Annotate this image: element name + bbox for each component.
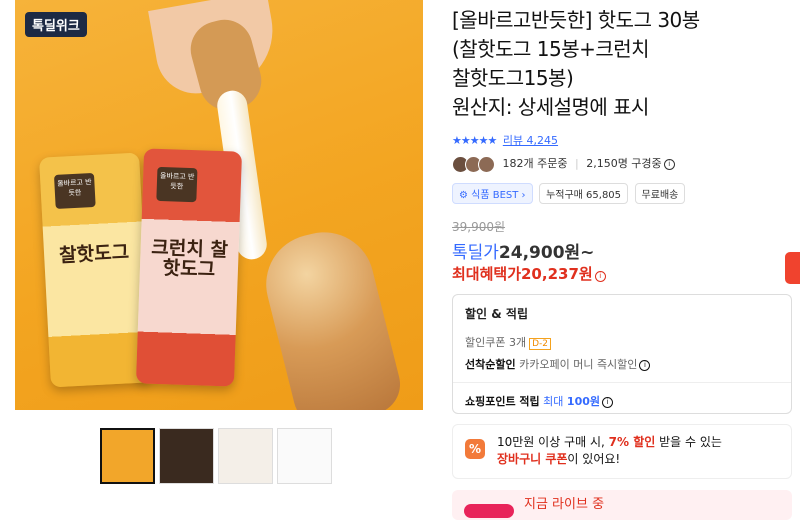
live-badge <box>464 504 514 518</box>
title-line: (찰핫도그 15봉+크런치 <box>452 37 650 61</box>
sale-label: 톡딜가 <box>452 243 499 263</box>
activity-row: 182개 주문중 | 2,150명 구경중 i <box>452 155 675 173</box>
product-info: [올바르고반듯한] 핫도그 30봉 (찰핫도그 15봉+크런치 찰핫도그15봉)… <box>452 0 800 122</box>
max-benefit-price: 최대혜택가20,237원 <box>452 265 593 283</box>
original-price: 39,900원 <box>452 220 506 234</box>
max-benefit-row: 최대혜택가20,237원 i <box>452 263 606 284</box>
thumbnail-strip <box>100 428 332 484</box>
sale-price-row: 톡딜가24,900원~ <box>452 238 594 263</box>
discount-box: 할인 & 적립 할인쿠폰 3개 D-2 선착순할인 카카오페이 머니 즉시할인 i … <box>452 294 792 414</box>
percent-icon: % <box>465 439 485 459</box>
coupon-row[interactable]: 할인쿠폰 3개 D-2 <box>465 334 779 350</box>
info-icon[interactable]: i <box>639 359 651 371</box>
sale-price: 24,900원~ <box>498 243 595 263</box>
talkdeal-week-badge: 톡딜위크 <box>25 12 87 37</box>
origin-line: 원산지: 상세설명에 표시 <box>452 95 649 119</box>
info-icon[interactable]: i <box>663 158 675 170</box>
buyer-avatars <box>452 155 495 173</box>
coupon-dday-badge: D-2 <box>529 338 552 350</box>
info-icon[interactable]: i <box>594 270 606 282</box>
thumbnail-3[interactable] <box>218 428 273 484</box>
pack-title: 찰핫도그 <box>58 241 130 267</box>
product-pack-crunch: 올바르고 반듯한 크런치 찰핫도그 <box>135 148 243 387</box>
product-pack-original: 올바르고 반듯한 찰핫도그 <box>39 152 151 388</box>
info-icon[interactable]: i <box>602 396 614 408</box>
thumbnail-4[interactable] <box>277 428 332 484</box>
title-line: 찰핫도그15봉) <box>452 66 574 90</box>
points-row: 쇼핑포인트 적립 최대 100원 i <box>465 393 779 409</box>
discount-heading: 할인 & 적립 <box>465 307 528 321</box>
chips-row: ⚙ 식품 BEST › 누적구매 65,805 무료배송 <box>452 183 688 204</box>
cart-coupon-banner[interactable]: % 10만원 이상 구매 시, 7% 할인 받을 수 있는 장바구니 쿠폰이 있… <box>452 424 792 479</box>
star-rating: ★★★★★ <box>452 134 497 147</box>
live-banner[interactable]: 지금 라이브 중 <box>452 490 792 520</box>
hotdog-illustration <box>255 221 407 410</box>
side-action-tab[interactable] <box>785 252 800 284</box>
title-line: [올바르고반듯한] 핫도그 30봉 <box>452 8 700 32</box>
thumbnail-1[interactable] <box>100 428 155 484</box>
product-main-image: 톡딜위크 올바르고 반듯한 찰핫도그 올바르고 반듯한 크런치 찰핫도그 <box>15 0 423 410</box>
pack-brand-label: 올바르고 반듯한 <box>53 172 96 209</box>
pack-brand-label: 올바르고 반듯한 <box>156 166 198 203</box>
food-best-chip[interactable]: ⚙ 식품 BEST › <box>452 183 533 204</box>
free-shipping-chip: 무료배송 <box>634 183 686 204</box>
ordering-count: 182개 주문중 <box>502 157 568 170</box>
pack-title: 크런치 찰핫도그 <box>151 236 229 281</box>
first-come-row: 선착순할인 카카오페이 머니 즉시할인 i <box>465 356 779 372</box>
thumbnail-2[interactable] <box>159 428 214 484</box>
review-link[interactable]: 리뷰 4,245 <box>503 134 558 147</box>
product-title: [올바르고반듯한] 핫도그 30봉 (찰핫도그 15봉+크런치 찰핫도그15봉)… <box>452 6 800 122</box>
cumulative-purchase-chip: 누적구매 65,805 <box>539 183 629 204</box>
viewing-count: 2,150명 구경중 <box>586 157 662 170</box>
rating-row: ★★★★★ 리뷰 4,245 <box>452 132 558 148</box>
